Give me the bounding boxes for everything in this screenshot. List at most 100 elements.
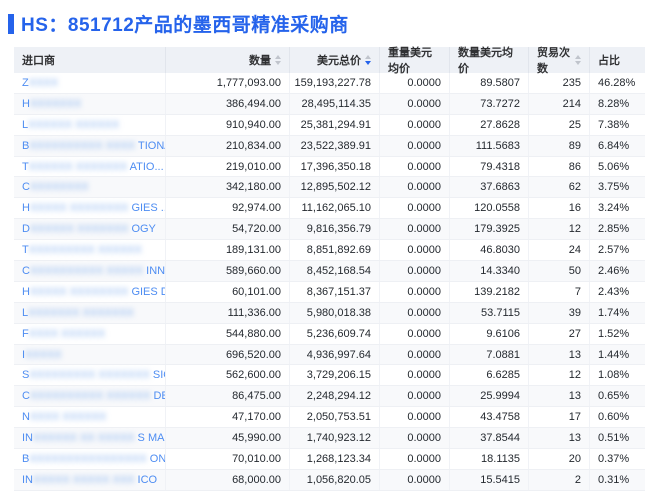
sort-caret-icon[interactable]: [275, 55, 281, 65]
qty-avg-price-cell: 14.3340: [450, 261, 529, 281]
trade-count-cell: 13: [529, 344, 590, 365]
importer-visible-prefix: C: [22, 390, 30, 403]
importer-link[interactable]: CXXXXXXXXXX XXXXXX DE ...: [22, 390, 165, 403]
table-row: N XXXX XXXXXX 47,170.00 2,050,753.51 0.00…: [14, 407, 645, 429]
importer-visible-prefix: H: [22, 97, 30, 110]
importer-redacted-text: XXXXXX XXXXXXX: [29, 223, 129, 236]
usd-total-cell: 8,367,151.37: [290, 281, 380, 302]
importer-visible-suffix: OGY: [128, 223, 156, 236]
importer-redacted-text: XXXXXXXXXX XXXXX: [29, 264, 144, 277]
importer-link[interactable]: H XXXXX XXXXXXXX GIES ...: [22, 202, 165, 214]
qty-avg-price-cell: 37.6863: [450, 177, 529, 198]
share-cell: 6.84%: [598, 139, 630, 152]
importer-link[interactable]: IN XXXXX XXXXX XXX ICO: [22, 474, 157, 486]
share-cell: 1.44%: [598, 348, 630, 361]
usd-total-cell: 5,980,018.38: [290, 302, 380, 323]
importer-link[interactable]: HXXXXX XXXXXXXX GIES D...: [22, 285, 165, 298]
sort-caret-icon[interactable]: [575, 55, 581, 65]
share-cell: 0.51%: [598, 432, 630, 445]
importer-link[interactable]: T XXXXXX XXXXXXX ATIO...: [22, 161, 164, 173]
share-cell: 0.31%: [598, 473, 630, 486]
importer-link[interactable]: T XXXXXXXXX XXXXXX: [22, 244, 142, 256]
table-row: C XXXXXXXX 342,180.00 12,895,502.12 0.000…: [14, 177, 645, 199]
importer-visible-prefix: C: [22, 181, 30, 194]
trade-count-cell: 235: [529, 73, 590, 93]
quantity-cell: 45,990.00: [166, 428, 290, 449]
trade-count-cell: 89: [529, 135, 590, 156]
trade-count-cell: 17: [529, 407, 590, 428]
table-row: HXXXXX XXXXXXXX GIES D... 60,101.00 8,36…: [14, 281, 645, 303]
importer-redacted-text: XXXXXX XXXXXXX: [28, 160, 128, 173]
qty-avg-price-cell: 120.0558: [450, 198, 529, 219]
importer-cell: BXXXXXXXXXX XXXX TIONAL: [14, 135, 166, 156]
quantity-cell: 219,010.00: [166, 156, 290, 177]
quantity-cell: 696,520.00: [166, 344, 290, 365]
column-header-label: 重量美元均价: [388, 47, 432, 75]
table-row: INXXXXXX XX XXXXX S MA... 45,990.00 1,74…: [14, 428, 645, 450]
quantity-cell: 111,336.00: [166, 302, 290, 323]
trade-count-cell: 62: [529, 177, 590, 198]
qty-avg-price-cell: 89.5807: [450, 73, 529, 93]
trade-count-cell: 50: [529, 261, 590, 281]
trade-count-cell: 13: [529, 386, 590, 407]
share-cell: 2.57%: [598, 244, 630, 257]
column-header-3: 重量美元均价: [380, 47, 450, 75]
importer-link[interactable]: D XXXXXX XXXXXXX OGY: [22, 223, 156, 235]
importer-cell: SXXXXXXXXX XXXXXXX SION...: [14, 365, 166, 386]
importer-redacted-text: XXXX: [28, 76, 59, 89]
share-cell: 7.38%: [598, 118, 630, 131]
importer-redacted-text: XXXXXXXXX XXXXXXX: [29, 369, 150, 382]
weight-avg-price-cell: 0.0000: [380, 135, 450, 156]
importer-link[interactable]: BXXXXXXXXXX XXXX TIONAL: [22, 140, 165, 152]
table-row: I XXXXX 696,520.00 4,936,997.64 0.0000 7.…: [14, 344, 645, 366]
importer-cell: BXXXXXXXXXXXXXXXX ONES...: [14, 449, 166, 469]
trade-count-cell: 12: [529, 219, 590, 240]
importer-link[interactable]: BXXXXXXXXXXXXXXXX ONES...: [22, 453, 165, 465]
importer-link[interactable]: Z XXXX: [22, 77, 58, 89]
table-row: BXXXXXXXXXXXXXXXX ONES... 70,010.00 1,26…: [14, 449, 645, 470]
importer-link[interactable]: INXXXXXX XX XXXXX S MA...: [22, 432, 165, 444]
share-cell: 3.24%: [598, 202, 630, 215]
importer-link[interactable]: H XXXXXXX: [22, 98, 81, 110]
weight-avg-price-cell: 0.0000: [380, 407, 450, 428]
page-title: HS：851712产品的墨西哥精准采购商: [21, 15, 349, 36]
quantity-cell: 562,600.00: [166, 365, 290, 386]
importer-visible-suffix: ICO: [134, 473, 158, 486]
importer-cell: L XXXXXX XXXXXX: [14, 114, 166, 135]
importer-cell: N XXXX XXXXXX: [14, 407, 166, 428]
qty-avg-price-cell: 111.5683: [450, 135, 529, 156]
column-header-1[interactable]: 数量: [166, 47, 290, 73]
trade-count-cell: 25: [529, 114, 590, 135]
usd-total-cell: 5,236,609.74: [290, 323, 380, 344]
table-body: Z XXXX 1,777,093.00 159,193,227.78 0.0000…: [14, 73, 645, 491]
sort-caret-icon[interactable]: [365, 55, 371, 65]
table-row: L XXXXXX XXXXXX 910,940.00 25,381,294.91 …: [14, 114, 645, 136]
importer-link[interactable]: I XXXXX: [22, 349, 62, 361]
table-row: T XXXXXXXXX XXXXXX 189,131.00 8,851,892.6…: [14, 240, 645, 262]
importer-visible-suffix: GIES D...: [131, 285, 165, 298]
table-row: CXXXXXXXXXX XXXXXX DE ... 86,475.00 2,24…: [14, 386, 645, 408]
quantity-cell: 910,940.00: [166, 114, 290, 135]
importer-link[interactable]: F XXXX XXXXXX: [22, 328, 105, 340]
qty-avg-price-cell: 9.6106: [450, 323, 529, 344]
importer-redacted-text: XXXXXXXXXX XXXXXX: [29, 390, 151, 403]
importer-link[interactable]: L XXXXXXX XXXXXXX: [22, 307, 134, 319]
weight-avg-price-cell: 0.0000: [380, 114, 450, 135]
importer-link[interactable]: N XXXX XXXXXX: [22, 411, 106, 423]
column-header-5[interactable]: 贸易次数: [529, 47, 590, 75]
importer-visible-prefix: F: [22, 327, 29, 340]
qty-avg-price-cell: 139.2182: [450, 281, 529, 302]
weight-avg-price-cell: 0.0000: [380, 177, 450, 198]
trade-count-cell: 7: [529, 281, 590, 302]
quantity-cell: 92,974.00: [166, 198, 290, 219]
importer-visible-suffix: SION...: [152, 369, 165, 382]
column-header-4: 数量美元均价: [450, 47, 529, 75]
importer-link[interactable]: C XXXXXXXX: [22, 181, 89, 193]
importer-link[interactable]: L XXXXXX XXXXXX: [22, 119, 119, 131]
table-row: H XXXXX XXXXXXXX GIES ... 92,974.00 11,16…: [14, 198, 645, 220]
importer-link[interactable]: SXXXXXXXXX XXXXXXX SION...: [22, 369, 165, 382]
importer-redacted-text: XXXXXXXX: [29, 181, 89, 194]
importer-link[interactable]: CXXXXXXXXXX XXXXX INN...: [22, 264, 165, 277]
weight-avg-price-cell: 0.0000: [380, 219, 450, 240]
column-header-2[interactable]: 美元总价: [290, 47, 380, 73]
